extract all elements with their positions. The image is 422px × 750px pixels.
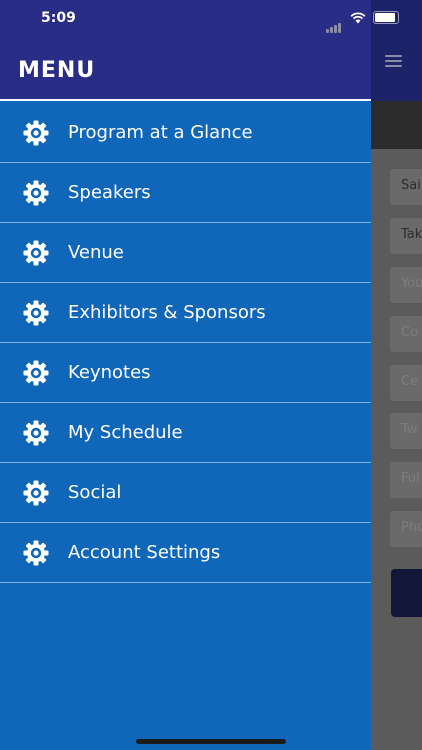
menu-item-label: My Schedule [68,422,183,443]
menu-item-social[interactable]: Social [0,463,371,523]
hamburger-menu-icon[interactable] [385,55,402,67]
field-placeholder: You [401,276,422,291]
menu-title: MENU [18,58,96,83]
gear-icon [23,420,49,446]
field-placeholder: Ful [401,471,420,486]
menu-item-label: Account Settings [68,542,221,563]
menu-item-label: Speakers [68,182,151,203]
background-field[interactable]: Sai [390,169,422,205]
background-submit-button[interactable] [391,569,422,617]
field-placeholder: Ce [401,374,419,389]
background-field[interactable]: Ful [390,462,422,498]
status-time: 5:09 [41,10,76,26]
menu-item-my-schedule[interactable]: My Schedule [0,403,371,463]
gear-icon [23,480,49,506]
menu-item-label: Exhibitors & Sponsors [68,302,266,323]
menu-list: Program at a Glance Speakers Venue Exhib… [0,103,371,583]
gear-icon [23,540,49,566]
cellular-signal-icon [326,14,342,33]
wifi-icon [350,12,366,24]
menu-item-label: Venue [68,242,124,263]
background-field[interactable]: Tw [390,413,422,449]
gear-icon [23,240,49,266]
gear-icon [23,360,49,386]
field-placeholder: Tw [401,422,418,437]
menu-item-account-settings[interactable]: Account Settings [0,523,371,583]
background-field[interactable]: Ce [390,365,422,401]
status-bar: 5:09 [0,0,422,36]
menu-item-label: Program at a Glance [68,122,253,143]
menu-item-keynotes[interactable]: Keynotes [0,343,371,403]
background-field[interactable]: Co [390,316,422,352]
navigation-drawer: MENU Program at a Glance Speakers Venue … [0,0,371,750]
background-field[interactable]: You [390,267,422,303]
menu-item-program-at-a-glance[interactable]: Program at a Glance [0,103,371,163]
menu-item-label: Keynotes [68,362,151,383]
home-indicator [136,739,286,744]
field-text: Sai [401,178,421,193]
menu-item-speakers[interactable]: Speakers [0,163,371,223]
battery-icon [373,11,399,24]
menu-item-label: Social [68,482,122,503]
field-placeholder: Co [401,325,419,340]
gear-icon [23,120,49,146]
field-text: Tak [401,227,422,242]
menu-item-exhibitors-sponsors[interactable]: Exhibitors & Sponsors [0,283,371,343]
gear-icon [23,180,49,206]
gear-icon [23,300,49,326]
background-field[interactable]: Pho [390,511,422,547]
menu-item-venue[interactable]: Venue [0,223,371,283]
background-field[interactable]: Tak [390,218,422,254]
field-placeholder: Pho [401,520,422,535]
